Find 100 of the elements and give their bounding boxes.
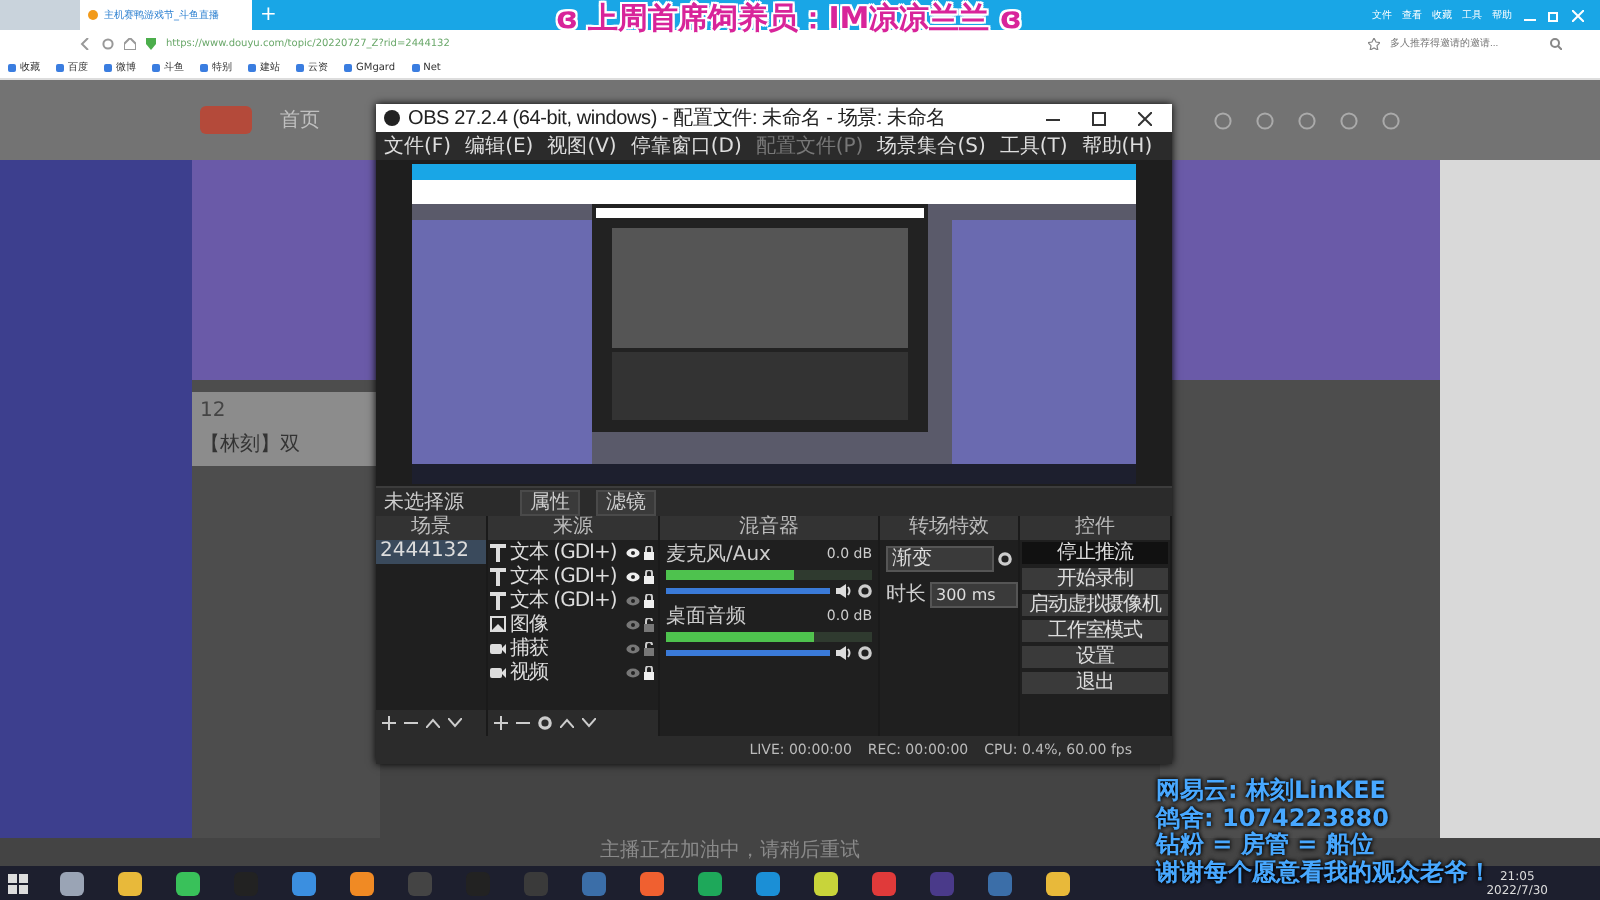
volume-slider[interactable]: [666, 650, 830, 656]
source-button[interactable]: 滤镜: [596, 489, 656, 515]
source-item[interactable]: 捕获: [510, 634, 548, 662]
bookmark-icon: [200, 63, 208, 71]
eye-icon[interactable]: [626, 547, 640, 557]
settings-icon[interactable]: [538, 716, 552, 730]
menu-item[interactable]: 工具(T): [999, 132, 1068, 160]
restore-icon[interactable]: [1548, 9, 1560, 21]
site-logo: [200, 106, 252, 134]
channel-name: 桌面音频: [666, 606, 746, 628]
duration-field[interactable]: 300 ms: [930, 581, 1018, 607]
home-icon[interactable]: [124, 37, 136, 49]
scene-item[interactable]: 2444132: [376, 540, 486, 564]
transition-dropdown[interactable]: 渐变: [886, 546, 994, 572]
lock-icon[interactable]: [644, 545, 654, 559]
menu-item[interactable]: 场景集合(S): [877, 132, 986, 160]
up-icon[interactable]: [560, 718, 574, 728]
overlay-text: 鸽舍: 1074223880: [1156, 805, 1391, 831]
dock-header: 控件: [1020, 516, 1170, 540]
dock-header: 场景: [376, 516, 486, 540]
taskbar-app-icon[interactable]: [1046, 871, 1070, 895]
taskbar-app-icon[interactable]: [60, 871, 84, 895]
source-status: 未选择源: [384, 489, 466, 515]
control-button[interactable]: 启动虚拟摄像机: [1020, 592, 1170, 618]
speaker-icon[interactable]: [836, 646, 852, 660]
remove-icon[interactable]: [404, 716, 418, 730]
menu-item[interactable]: 视图(V): [547, 132, 617, 160]
thumbnail-placeholder: [0, 0, 80, 30]
star-icon[interactable]: [1368, 37, 1380, 49]
duration-label: 时长: [886, 581, 926, 608]
refresh-icon[interactable]: [102, 37, 114, 49]
remove-icon[interactable]: [516, 716, 530, 730]
speaker-icon[interactable]: [836, 584, 852, 598]
bookmark-icon: [344, 63, 352, 71]
control-button[interactable]: 开始录制: [1020, 566, 1170, 592]
dock-header: 混音器: [660, 516, 878, 540]
image-icon: [490, 616, 506, 632]
taskbar-app-icon[interactable]: [350, 871, 374, 895]
source-item[interactable]: 视频: [510, 658, 548, 686]
menu-item[interactable]: 文件(F): [384, 132, 452, 160]
overlay-text: 网易云: 林刻LinKEE: [1156, 778, 1388, 805]
obs-logo-icon: [384, 110, 400, 126]
menu-item[interactable]: 编辑(E): [465, 132, 534, 160]
bookmark-icon: [56, 63, 64, 71]
overlay-text: 钻粉 = 房管 = 船位: [1156, 832, 1376, 859]
down-icon[interactable]: [582, 718, 596, 728]
add-icon[interactable]: [382, 716, 396, 730]
follower-count: 12: [200, 400, 228, 422]
settings-icon[interactable]: [998, 552, 1012, 566]
bookmark-icon: [296, 63, 304, 71]
search-icon[interactable]: [1550, 37, 1562, 49]
lock-icon[interactable]: [644, 665, 654, 679]
taskbar-app-icon[interactable]: [640, 871, 664, 895]
back-icon[interactable]: [80, 37, 92, 49]
down-icon[interactable]: [448, 718, 462, 728]
maximize-icon[interactable]: [1092, 111, 1106, 125]
lock-icon[interactable]: [644, 593, 654, 607]
lock-icon[interactable]: [644, 641, 654, 655]
window-title: OBS 27.2.4 (64-bit, windows) - 配置文件: 未命名 - 场景: 未命名: [408, 105, 946, 132]
volume-slider[interactable]: [666, 588, 830, 594]
bookmark-icon: [152, 63, 160, 71]
eye-icon[interactable]: [626, 571, 640, 581]
control-button[interactable]: 工作室模式: [1020, 618, 1170, 644]
control-button[interactable]: 退出: [1020, 670, 1170, 696]
bookmark-icon: [104, 63, 112, 71]
camera-icon: [490, 642, 506, 654]
dock-header: 来源: [488, 516, 658, 540]
streamer-name: 【林刻】双: [200, 431, 302, 458]
menu-item[interactable]: 停靠窗口(D): [630, 132, 742, 160]
taskbar-app-icon[interactable]: [698, 871, 722, 895]
control-button[interactable]: 设置: [1020, 644, 1170, 670]
bookmark-icon: [411, 63, 420, 71]
settings-icon[interactable]: [858, 584, 872, 598]
shield-icon: [146, 37, 156, 49]
close-icon[interactable]: [1138, 111, 1152, 125]
lock-icon[interactable]: [644, 617, 654, 631]
taskbar-app-icon[interactable]: [292, 871, 316, 895]
up-icon[interactable]: [426, 718, 440, 728]
source-item[interactable]: 图像: [510, 610, 548, 638]
add-icon[interactable]: [494, 716, 508, 730]
source-item[interactable]: 文本 (GDI+): [510, 562, 617, 590]
dock-header: 转场特效: [880, 516, 1018, 540]
settings-icon[interactable]: [858, 646, 872, 660]
taskbar-app-icon[interactable]: [118, 871, 142, 895]
source-button[interactable]: 属性: [520, 489, 580, 515]
menu-item[interactable]: 帮助(H): [1081, 132, 1153, 160]
lock-icon[interactable]: [644, 569, 654, 583]
taskbar-app-icon[interactable]: [756, 871, 780, 895]
bookmark-icon: [8, 63, 16, 71]
taskbar-app-icon[interactable]: [176, 871, 200, 895]
control-button[interactable]: 停止推流: [1020, 540, 1170, 566]
taskbar-app-icon[interactable]: [814, 871, 838, 895]
channel-name: 麦克风/Aux: [666, 544, 771, 566]
windows-start-icon[interactable]: [8, 873, 28, 893]
overlay-text: 谢谢每个愿意看我的观众老爷！: [1156, 859, 1492, 885]
source-item[interactable]: 文本 (GDI+): [510, 538, 617, 566]
overlay-title: ɞ 上周首席饲养员：IM凉凉兰兰 ɞ: [556, 0, 1022, 38]
source-item[interactable]: 文本 (GDI+): [510, 586, 617, 614]
camera-icon: [490, 666, 506, 678]
bookmark-icon: [248, 63, 256, 71]
